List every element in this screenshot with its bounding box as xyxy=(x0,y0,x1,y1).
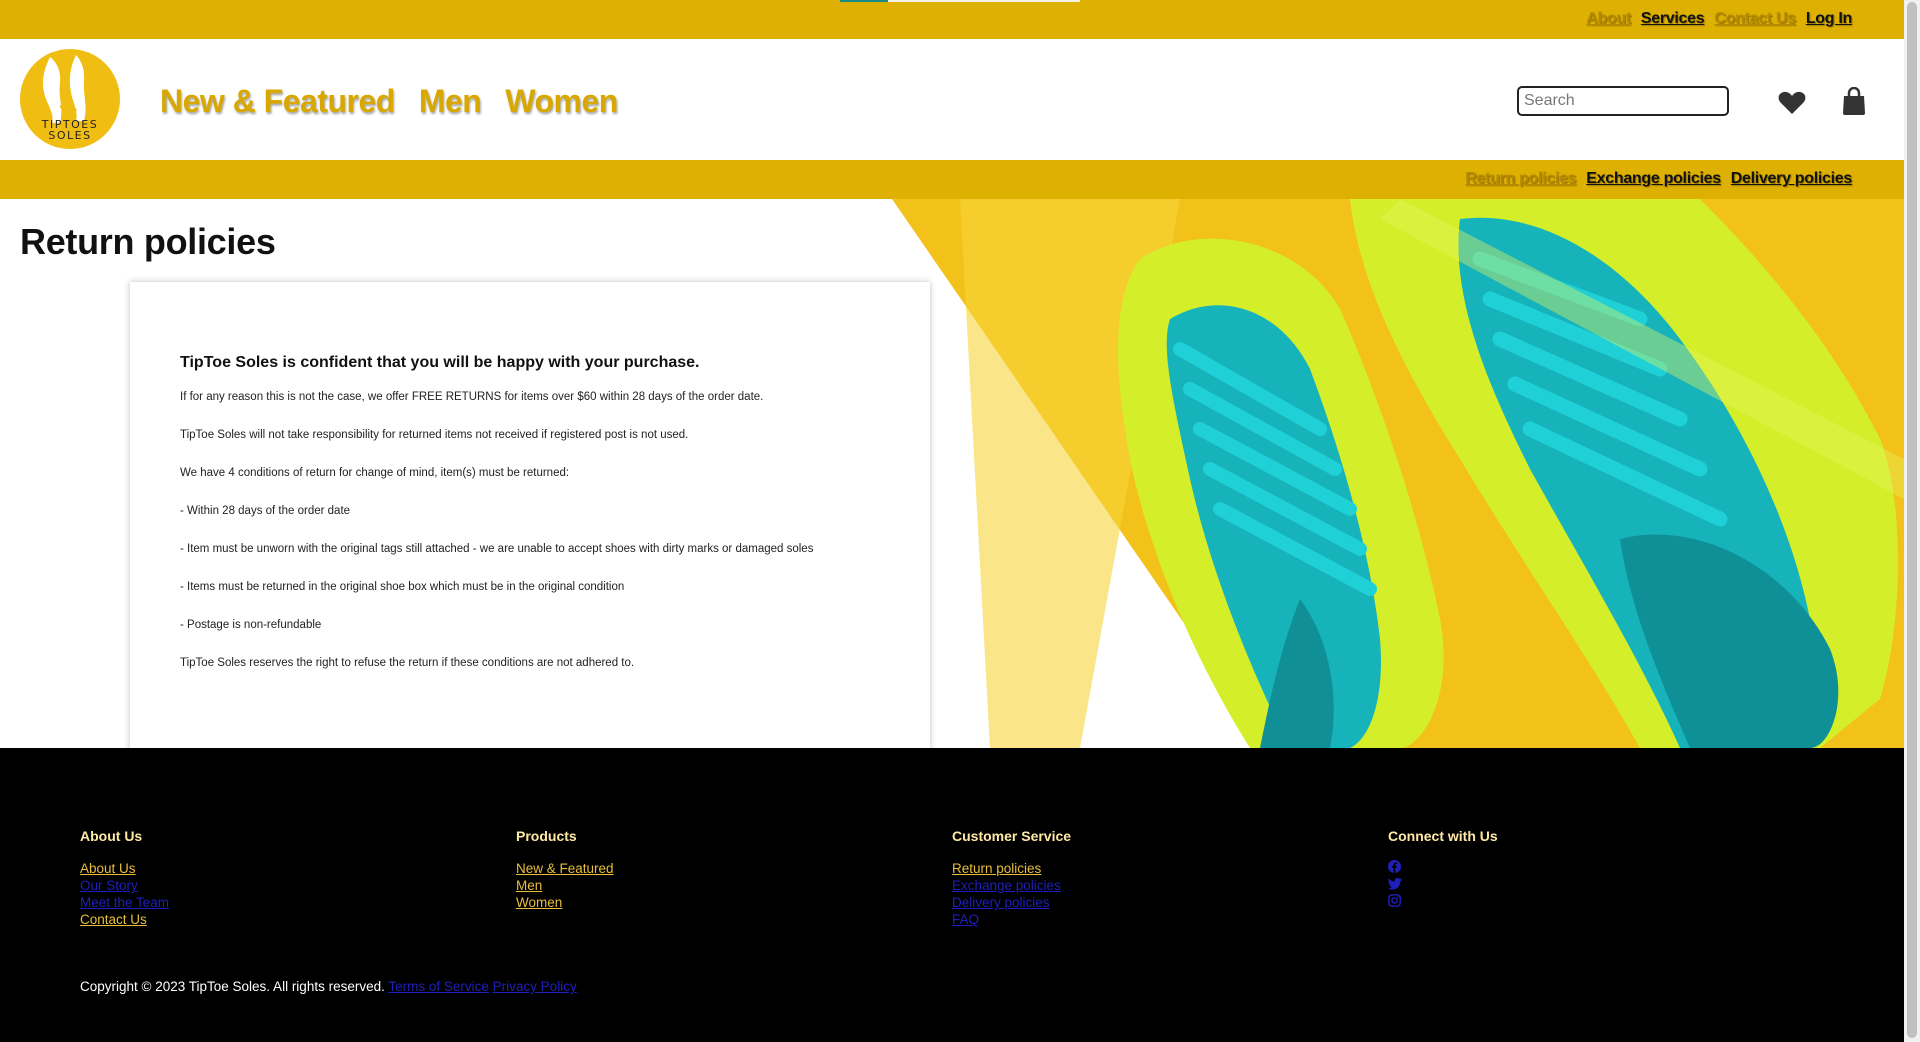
page-loading-bar xyxy=(840,0,1080,2)
footer-column-products: Products New & Featured Men Women xyxy=(516,828,816,911)
search-input[interactable] xyxy=(1517,86,1729,116)
brand-logo[interactable]: TIPTOES SOLES xyxy=(20,49,120,149)
footer-column-title: Products xyxy=(516,828,577,844)
policy-nav-exchange-link[interactable]: Exchange policies xyxy=(1586,170,1721,188)
footer-link-meet-the-team[interactable]: Meet the Team xyxy=(80,894,380,911)
policy-nav-return-link[interactable]: Return policies xyxy=(1465,170,1576,188)
shopping-bag-icon[interactable] xyxy=(1842,86,1866,120)
logo-text-soles: SOLES xyxy=(48,129,92,142)
policy-condition: - Items must be returned in the original… xyxy=(180,581,625,593)
policy-nav-delivery-link[interactable]: Delivery policies xyxy=(1731,170,1853,188)
policy-condition: - Item must be unworn with the original … xyxy=(180,543,814,555)
heart-icon[interactable] xyxy=(1778,91,1806,120)
footer-link-about-us[interactable]: About Us xyxy=(80,860,380,877)
instagram-icon[interactable] xyxy=(1388,894,1688,911)
copyright-notice: Copyright © 2023 TipToe Soles. All right… xyxy=(80,979,577,994)
privacy-policy-link[interactable]: Privacy Policy xyxy=(493,979,577,994)
top-nav-services-link[interactable]: Services xyxy=(1641,10,1705,28)
top-nav-about-link[interactable]: About xyxy=(1586,10,1631,28)
top-nav-login-link[interactable]: Log In xyxy=(1806,10,1852,28)
footer-link-contact-us[interactable]: Contact Us xyxy=(80,911,380,928)
policy-paragraph: We have 4 conditions of return for chang… xyxy=(180,467,570,479)
footer-column-about: About Us About Us Our Story Meet the Tea… xyxy=(80,828,380,928)
footer-link-our-story[interactable]: Our Story xyxy=(80,877,380,894)
policy-nav: Return policies Exchange policies Delive… xyxy=(1465,170,1852,188)
main-nav-men[interactable]: Men xyxy=(419,83,482,120)
footer-link-delivery-policies[interactable]: Delivery policies xyxy=(952,894,1252,911)
main-nav-women[interactable]: Women xyxy=(505,83,618,120)
footer-column-customer-service: Customer Service Return policies Exchang… xyxy=(952,828,1252,928)
top-nav-contact-link[interactable]: Contact Us xyxy=(1714,10,1796,28)
footer-link-exchange-policies[interactable]: Exchange policies xyxy=(952,877,1252,894)
site-header: TIPTOES SOLES New & Featured Men Women xyxy=(0,39,1904,160)
main-nav-new-featured[interactable]: New & Featured xyxy=(160,83,395,120)
footer-link-women[interactable]: Women xyxy=(516,894,816,911)
scrollbar-thumb[interactable] xyxy=(1907,2,1917,1038)
site-footer: About Us About Us Our Story Meet the Tea… xyxy=(0,748,1904,1042)
policy-paragraph: If for any reason this is not the case, … xyxy=(180,391,764,403)
footer-link-new-featured[interactable]: New & Featured xyxy=(516,860,816,877)
twitter-icon[interactable] xyxy=(1388,877,1688,894)
top-nav: About Services Contact Us Log In xyxy=(1586,10,1852,28)
policy-heading: TipToe Soles is confident that you will … xyxy=(180,354,700,371)
page-scrollbar[interactable] xyxy=(1904,0,1920,1042)
terms-of-service-link[interactable]: Terms of Service xyxy=(388,979,489,994)
footer-link-return-policies[interactable]: Return policies xyxy=(952,860,1252,877)
footer-column-title: Customer Service xyxy=(952,828,1072,844)
policy-condition: - Within 28 days of the order date xyxy=(180,505,351,517)
footer-column-connect: Connect with Us xyxy=(1388,828,1688,911)
footer-link-faq[interactable]: FAQ xyxy=(952,911,1252,928)
policy-condition: - Postage is non-refundable xyxy=(180,619,322,631)
return-policy-card: TipToe Soles is confident that you will … xyxy=(130,282,930,748)
copyright-text: Copyright © 2023 TipToe Soles. All right… xyxy=(80,979,385,994)
policy-hero: Return policies TipToe Soles is confiden… xyxy=(0,199,1904,748)
policy-subnav-bar: Return policies Exchange policies Delive… xyxy=(0,160,1904,199)
policy-paragraph: TipToe Soles reserves the right to refus… xyxy=(180,657,635,669)
footer-column-title: Connect with Us xyxy=(1388,828,1498,844)
policy-paragraph: TipToe Soles will not take responsibilit… xyxy=(180,429,689,441)
main-nav: New & Featured Men Women xyxy=(160,83,618,120)
footer-link-men[interactable]: Men xyxy=(516,877,816,894)
page-title: Return policies xyxy=(20,221,276,262)
facebook-icon[interactable] xyxy=(1388,860,1688,877)
footer-column-title: About Us xyxy=(80,828,143,844)
top-bar: About Services Contact Us Log In xyxy=(0,0,1904,39)
